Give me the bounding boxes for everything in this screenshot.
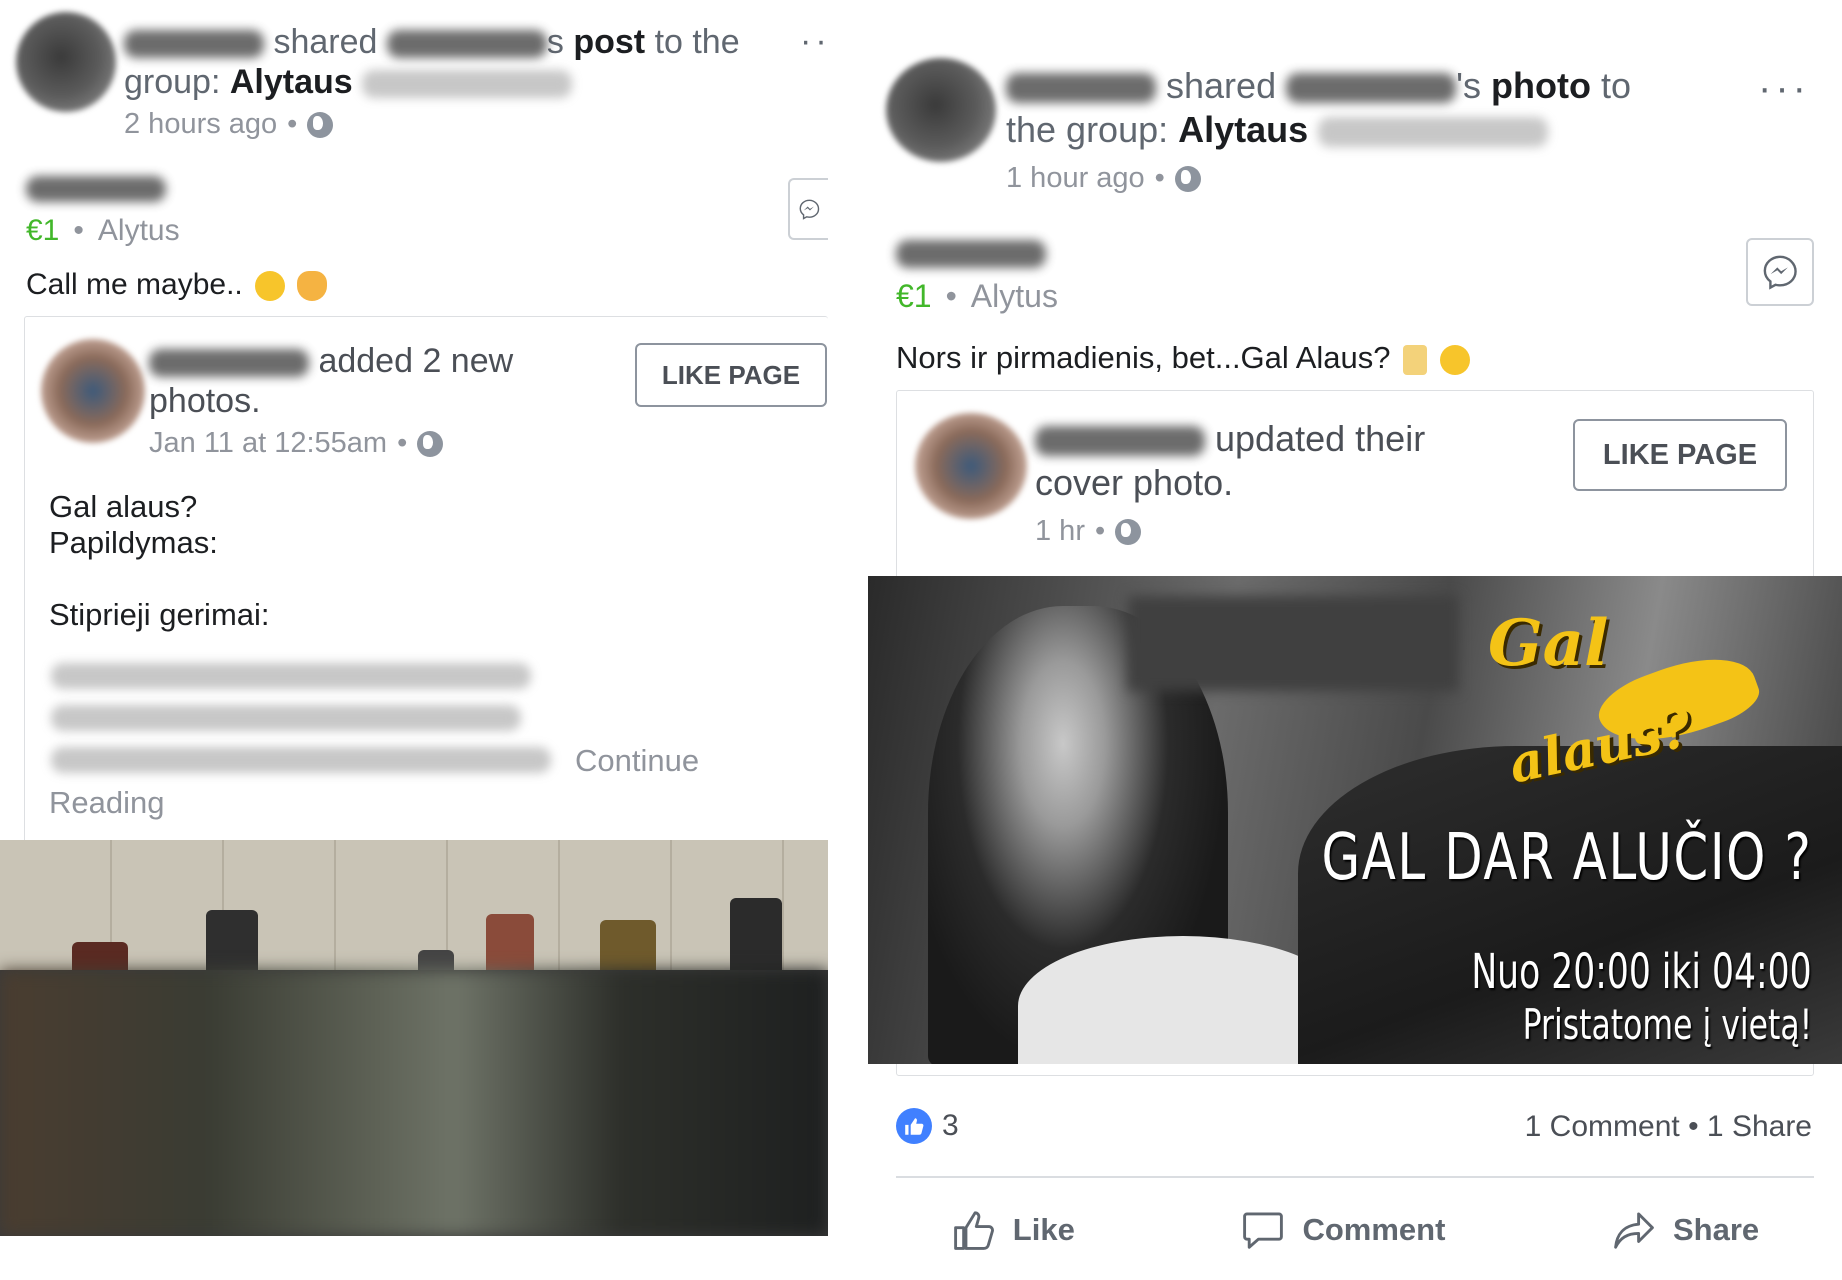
banner-headline: GAL DAR ALUČIO ?	[1321, 821, 1812, 895]
globe-icon	[1174, 165, 1201, 192]
share-icon	[1614, 1212, 1654, 1249]
blurred-drink-list	[51, 663, 551, 773]
post-caption: Nors ir pirmadienis, bet...Gal Alaus?	[896, 340, 1470, 376]
page-action-text: added 2 new photos.	[149, 342, 514, 420]
blurred-group-suffix	[362, 70, 573, 99]
group-name-link[interactable]: Alytaus	[1178, 109, 1308, 150]
messenger-icon[interactable]	[1746, 238, 1814, 306]
post-link[interactable]: post	[573, 23, 645, 61]
blurred-user-name[interactable]	[1006, 73, 1156, 104]
photo-wall	[0, 840, 828, 970]
post-time[interactable]: 2 hours ago	[124, 108, 277, 141]
like-icon	[896, 1108, 932, 1144]
shared-photo[interactable]	[0, 840, 828, 1236]
comment-button[interactable]: Comment	[1240, 1207, 1445, 1253]
post-caption: Call me maybe..	[26, 268, 328, 302]
seller-name	[896, 240, 1046, 268]
engagement-summary[interactable]: 1 Comment • 1 Share	[1525, 1110, 1812, 1144]
left-post-panel: shared s post to the group: Alytaus 2 ho…	[0, 0, 828, 1280]
globe-icon	[1115, 518, 1142, 545]
like-button[interactable]: Like	[951, 1207, 1075, 1253]
ok-hand-emoji-icon	[297, 271, 328, 302]
like-icon	[953, 1211, 994, 1250]
shares-count[interactable]: 1 Share	[1707, 1110, 1812, 1143]
blurred-page-name[interactable]	[149, 349, 309, 378]
sharer-avatar[interactable]	[16, 12, 116, 112]
banner-hours: Nuo 20:00 iki 04:00	[1471, 944, 1812, 1000]
likes-count: 3	[942, 1109, 959, 1142]
page-post-meta: 1 hr •	[1035, 515, 1142, 548]
post-meta: 1 hour ago •	[1006, 162, 1201, 195]
price-row: €1 • Alytus	[896, 278, 1058, 314]
blurred-owner-name[interactable]	[386, 30, 547, 59]
blurred-photo-area	[0, 970, 828, 1236]
page-post-time[interactable]: 1 hr	[1035, 515, 1085, 548]
blurred-seller-name[interactable]	[896, 240, 1046, 268]
group-line: the group: Alytaus	[1006, 110, 1706, 150]
like-page-button[interactable]: LIKE PAGE	[635, 343, 827, 407]
shared-page-card[interactable]: added 2 new photos. Jan 11 at 12:55am • …	[24, 316, 828, 846]
beer-emoji-icon	[1403, 344, 1428, 375]
more-options-icon[interactable]: ···	[1758, 66, 1810, 111]
blurred-seller-name[interactable]	[26, 176, 166, 202]
share-header: shared s post to the	[124, 22, 764, 62]
seller-name	[26, 176, 166, 202]
page-post-meta: Jan 11 at 12:55am •	[149, 427, 444, 460]
continue-reading-link[interactable]: Continue	[575, 743, 699, 779]
action-bar: Like Comment Share	[868, 1195, 1842, 1265]
grin-emoji-icon	[255, 271, 286, 302]
more-options-icon[interactable]: ··	[800, 22, 828, 61]
sharer-avatar[interactable]	[886, 58, 996, 162]
page-post-time[interactable]: Jan 11 at 12:55am	[149, 427, 387, 460]
photo-link[interactable]: photo	[1491, 65, 1591, 106]
blurred-page-name[interactable]	[1035, 426, 1205, 457]
action-divider	[896, 1176, 1814, 1178]
share-header: shared 's photo to	[1006, 66, 1706, 106]
price: €1	[26, 214, 60, 247]
post-meta: 2 hours ago •	[124, 108, 334, 141]
page-avatar[interactable]	[41, 339, 145, 443]
group-line: group: Alytaus	[124, 62, 764, 102]
grin-emoji-icon	[1439, 344, 1470, 375]
location: Alytus	[970, 278, 1058, 314]
cover-photo[interactable]: Gal alaus? GAL DAR ALUČIO ? Nuo 20:00 ik…	[868, 576, 1842, 1064]
price: €1	[896, 278, 932, 314]
post-time[interactable]: 1 hour ago	[1006, 162, 1145, 195]
group-name-link[interactable]: Alytaus	[230, 63, 353, 101]
blurred-user-name[interactable]	[124, 30, 264, 59]
location: Alytus	[97, 214, 180, 247]
page-post-body: Gal alaus? Papildymas: Stiprieji gerimai…	[49, 489, 270, 632]
blurred-photo-area	[1128, 596, 1458, 691]
page-avatar[interactable]	[915, 413, 1027, 519]
blurred-owner-name[interactable]	[1286, 73, 1457, 104]
price-row: €1 • Alytus	[26, 214, 180, 247]
comments-count[interactable]: 1 Comment	[1525, 1110, 1680, 1143]
reaction-summary[interactable]: 3	[896, 1108, 959, 1144]
page-action-text: updated their cover photo.	[1035, 418, 1426, 503]
messenger-icon[interactable]	[788, 178, 828, 240]
globe-icon	[307, 111, 334, 138]
right-post-panel: shared 's photo to the group: Alytaus 1 …	[868, 0, 1842, 1280]
globe-icon	[417, 430, 444, 457]
like-page-button[interactable]: LIKE PAGE	[1573, 419, 1787, 491]
gal-alaus-logo: Gal alaus?	[1488, 596, 1766, 796]
blurred-group-suffix	[1318, 117, 1549, 148]
banner-delivery: Pristatome į vietą!	[1522, 1000, 1812, 1049]
share-button[interactable]: Share	[1611, 1207, 1759, 1253]
comment-icon	[1243, 1212, 1284, 1249]
continue-reading-link-cont[interactable]: Reading	[49, 785, 164, 821]
